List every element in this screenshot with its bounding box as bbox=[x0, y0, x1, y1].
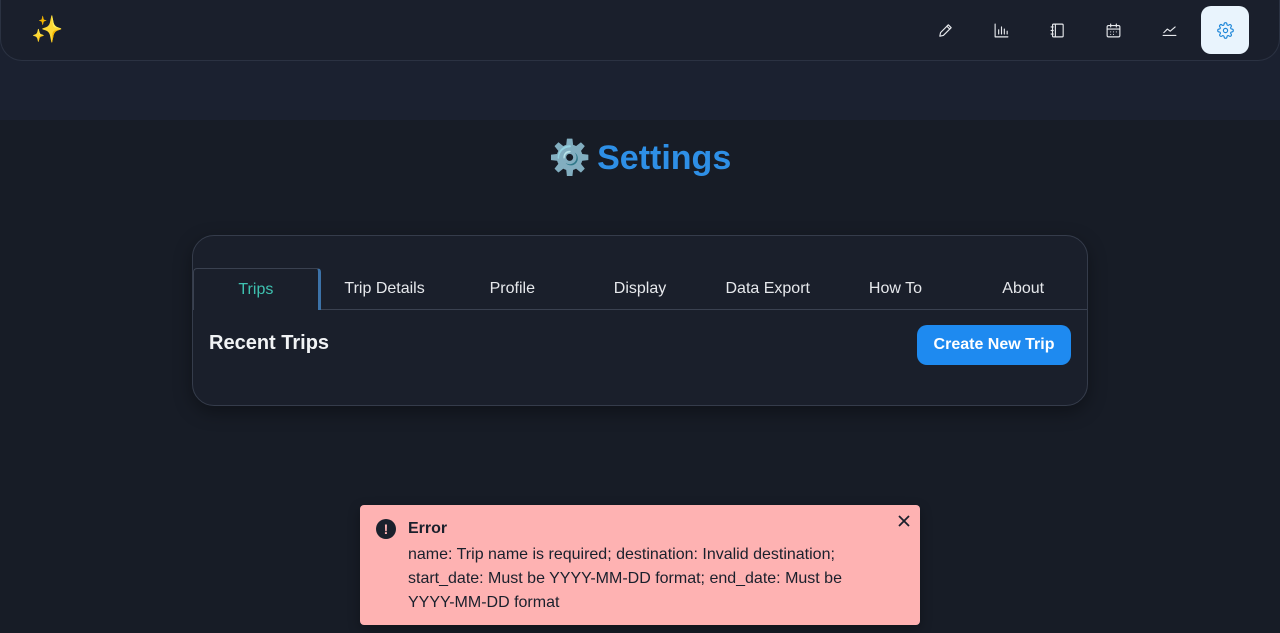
create-new-trip-button[interactable]: Create New Trip bbox=[917, 325, 1071, 365]
tab-trips[interactable]: Trips bbox=[193, 268, 321, 310]
tab-how-to[interactable]: How To bbox=[832, 268, 960, 310]
tab-about[interactable]: About bbox=[959, 268, 1087, 310]
settings-card: Trips Trip Details Profile Display Data … bbox=[192, 235, 1088, 406]
tab-profile[interactable]: Profile bbox=[448, 268, 576, 310]
bar-chart-nav-button[interactable] bbox=[977, 6, 1025, 54]
tab-data-export[interactable]: Data Export bbox=[704, 268, 832, 310]
pencil-nav-button[interactable] bbox=[921, 6, 969, 54]
gear-emoji-icon: ⚙️ bbox=[548, 138, 592, 178]
tab-display[interactable]: Display bbox=[576, 268, 704, 310]
toast-message: name: Trip name is required; destination… bbox=[408, 546, 842, 611]
calendar-nav-button[interactable] bbox=[1089, 6, 1137, 54]
page-title-text: Settings bbox=[597, 139, 732, 177]
error-toast: ! Error name: Trip name is required; des… bbox=[360, 505, 920, 625]
sparkles-logo[interactable]: ✨ bbox=[31, 14, 63, 46]
line-chart-icon bbox=[1162, 25, 1176, 36]
bar-chart-icon bbox=[994, 23, 1008, 37]
pencil-icon bbox=[938, 23, 952, 37]
recent-trips-heading: Recent Trips bbox=[209, 332, 330, 354]
toast-title: Error bbox=[408, 520, 448, 537]
notebook-icon bbox=[1050, 23, 1064, 37]
gear-icon bbox=[1216, 21, 1234, 39]
close-icon bbox=[898, 515, 910, 527]
toast-close-button[interactable] bbox=[896, 513, 912, 529]
calendar-icon bbox=[1106, 23, 1120, 37]
alert-circle-icon: ! bbox=[376, 519, 396, 539]
line-chart-nav-button[interactable] bbox=[1145, 6, 1193, 54]
settings-nav-button[interactable] bbox=[1201, 6, 1249, 54]
settings-tabs: Trips Trip Details Profile Display Data … bbox=[193, 268, 1087, 310]
page-title: ⚙️ Settings bbox=[0, 136, 1280, 180]
notebook-nav-button[interactable] bbox=[1033, 6, 1081, 54]
tab-trip-details[interactable]: Trip Details bbox=[321, 268, 449, 310]
top-navbar: ✨ bbox=[0, 0, 1280, 61]
